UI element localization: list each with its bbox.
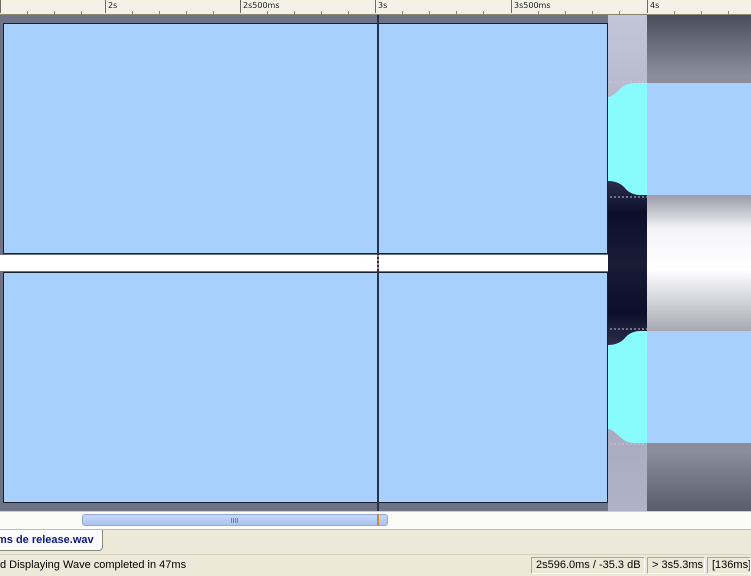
dark-marker [608, 181, 647, 345]
playhead-marker [377, 514, 379, 526]
status-selection: > 3s5.3ms [647, 557, 705, 574]
ruler-tick [647, 0, 648, 13]
status-cursor-position: 2s596.0ms / -35.3 dB [531, 557, 645, 574]
ruler-tick [375, 0, 376, 13]
file-tab-bar: ms de release.wav [0, 529, 751, 554]
file-tab[interactable]: ms de release.wav [0, 530, 103, 551]
ruler-tick [0, 0, 1, 13]
ruler-label: 4s [650, 1, 660, 10]
ruler-tick [240, 0, 241, 13]
status-bar: d Displaying Wave completed in 47ms 2s59… [0, 554, 751, 576]
horizontal-scrollbar[interactable] [0, 511, 751, 529]
scroll-thumb[interactable] [82, 514, 388, 526]
channel-2-waveform[interactable] [3, 272, 608, 503]
status-duration: [136ms] [707, 557, 751, 574]
ruler-label: 2s [108, 1, 118, 10]
grip-icon [231, 518, 239, 523]
ruler-label: 2s500ms [243, 1, 280, 10]
channel-1-waveform[interactable] [3, 23, 608, 254]
ruler-tick [105, 0, 106, 13]
ruler-tick [511, 0, 512, 13]
ruler-label: 3s [378, 1, 388, 10]
ruler-label: 3s500ms [514, 1, 551, 10]
file-tab-label: ms de release.wav [0, 534, 94, 546]
status-message: d Displaying Wave completed in 47ms [0, 559, 187, 571]
time-ruler[interactable]: 2s 2s500ms 3s 3s500ms 4s [0, 0, 751, 15]
waveform-view[interactable] [0, 15, 751, 511]
